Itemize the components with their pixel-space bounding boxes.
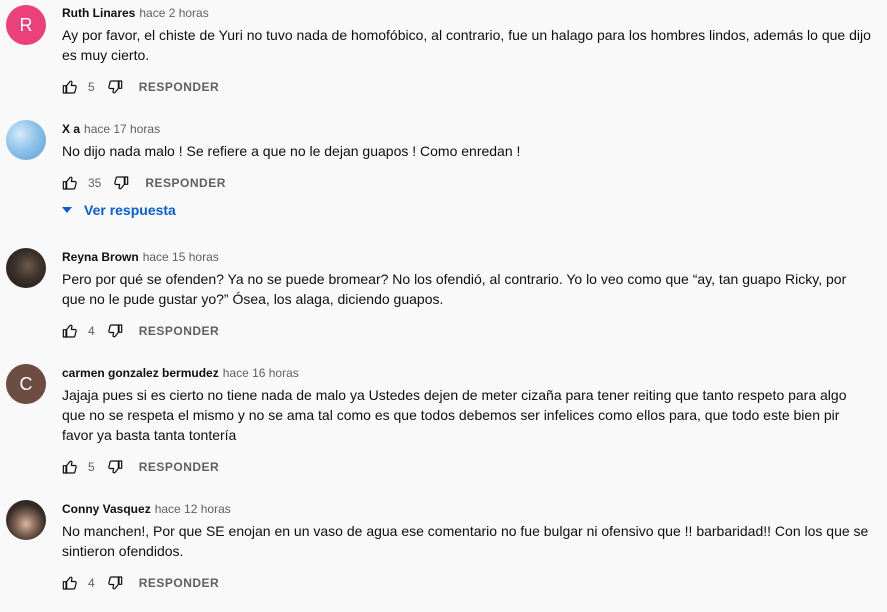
reply-button[interactable]: RESPONDER	[139, 80, 220, 94]
thumbs-up-icon[interactable]	[62, 459, 78, 475]
comment-actions: 5 RESPONDER	[62, 457, 219, 477]
comment-actions: 4 RESPONDER	[62, 573, 219, 593]
author-name[interactable]: Reyna Brown	[62, 250, 139, 264]
reply-button[interactable]: RESPONDER	[139, 460, 220, 474]
timestamp[interactable]: hace 12 horas	[155, 502, 231, 516]
thumbs-down-icon[interactable]	[107, 323, 123, 339]
view-replies-label: Ver respuesta	[84, 202, 176, 218]
like-count: 5	[88, 80, 95, 94]
comment-text: No manchen!, Por que SE enojan en un vas…	[62, 523, 869, 559]
comment-header: X a hace 17 horas	[62, 122, 160, 136]
comment-text: Ay por favor, el chiste de Yuri no tuvo …	[62, 27, 871, 63]
comment-text: No dijo nada malo ! Se refiere a que no …	[62, 143, 521, 159]
avatar[interactable]: R	[6, 5, 46, 45]
comment-actions: 35 RESPONDER	[62, 173, 226, 193]
thumbs-down-icon[interactable]	[107, 459, 123, 475]
thumbs-down-icon[interactable]	[107, 575, 123, 591]
thumbs-up-icon[interactable]	[62, 575, 78, 591]
thumbs-up-icon[interactable]	[62, 79, 78, 95]
reply-button[interactable]: RESPONDER	[139, 324, 220, 338]
author-name[interactable]: carmen gonzalez bermudez	[62, 366, 219, 380]
comment-header: Ruth Linares hace 2 horas	[62, 6, 209, 20]
comment-header: Reyna Brown hace 15 horas	[62, 250, 219, 264]
comment-text: Pero por qué se ofenden? Ya no se puede …	[62, 271, 847, 307]
author-name[interactable]: Conny Vasquez	[62, 502, 151, 516]
reply-button[interactable]: RESPONDER	[145, 176, 226, 190]
avatar-letter: C	[19, 373, 33, 394]
comment-actions: 5 RESPONDER	[62, 77, 219, 97]
timestamp[interactable]: hace 17 horas	[84, 122, 160, 136]
thumbs-down-icon[interactable]	[113, 175, 129, 191]
timestamp[interactable]: hace 15 horas	[143, 250, 219, 264]
like-count: 4	[88, 576, 95, 590]
avatar[interactable]	[6, 500, 46, 540]
thumbs-up-icon[interactable]	[62, 323, 78, 339]
view-replies-button[interactable]: Ver respuesta	[62, 202, 176, 218]
like-count: 5	[88, 460, 95, 474]
avatar-letter: R	[19, 14, 33, 35]
comment-header: carmen gonzalez bermudez hace 16 horas	[62, 366, 299, 380]
like-count: 4	[88, 324, 95, 338]
avatar[interactable]	[6, 248, 46, 288]
avatar[interactable]: C	[6, 364, 46, 404]
author-name[interactable]: Ruth Linares	[62, 6, 135, 20]
comment-actions: 4 RESPONDER	[62, 321, 219, 341]
like-count: 35	[88, 176, 102, 190]
timestamp[interactable]: hace 2 horas	[139, 6, 208, 20]
avatar[interactable]	[6, 120, 46, 160]
caret-down-icon	[62, 207, 72, 213]
thumbs-down-icon[interactable]	[107, 79, 123, 95]
timestamp[interactable]: hace 16 horas	[223, 366, 299, 380]
comment-header: Conny Vasquez hace 12 horas	[62, 502, 231, 516]
author-name[interactable]: X a	[62, 122, 80, 136]
thumbs-up-icon[interactable]	[62, 175, 78, 191]
reply-button[interactable]: RESPONDER	[139, 576, 220, 590]
comment-text: Jajaja pues si es cierto no tiene nada d…	[62, 387, 847, 443]
